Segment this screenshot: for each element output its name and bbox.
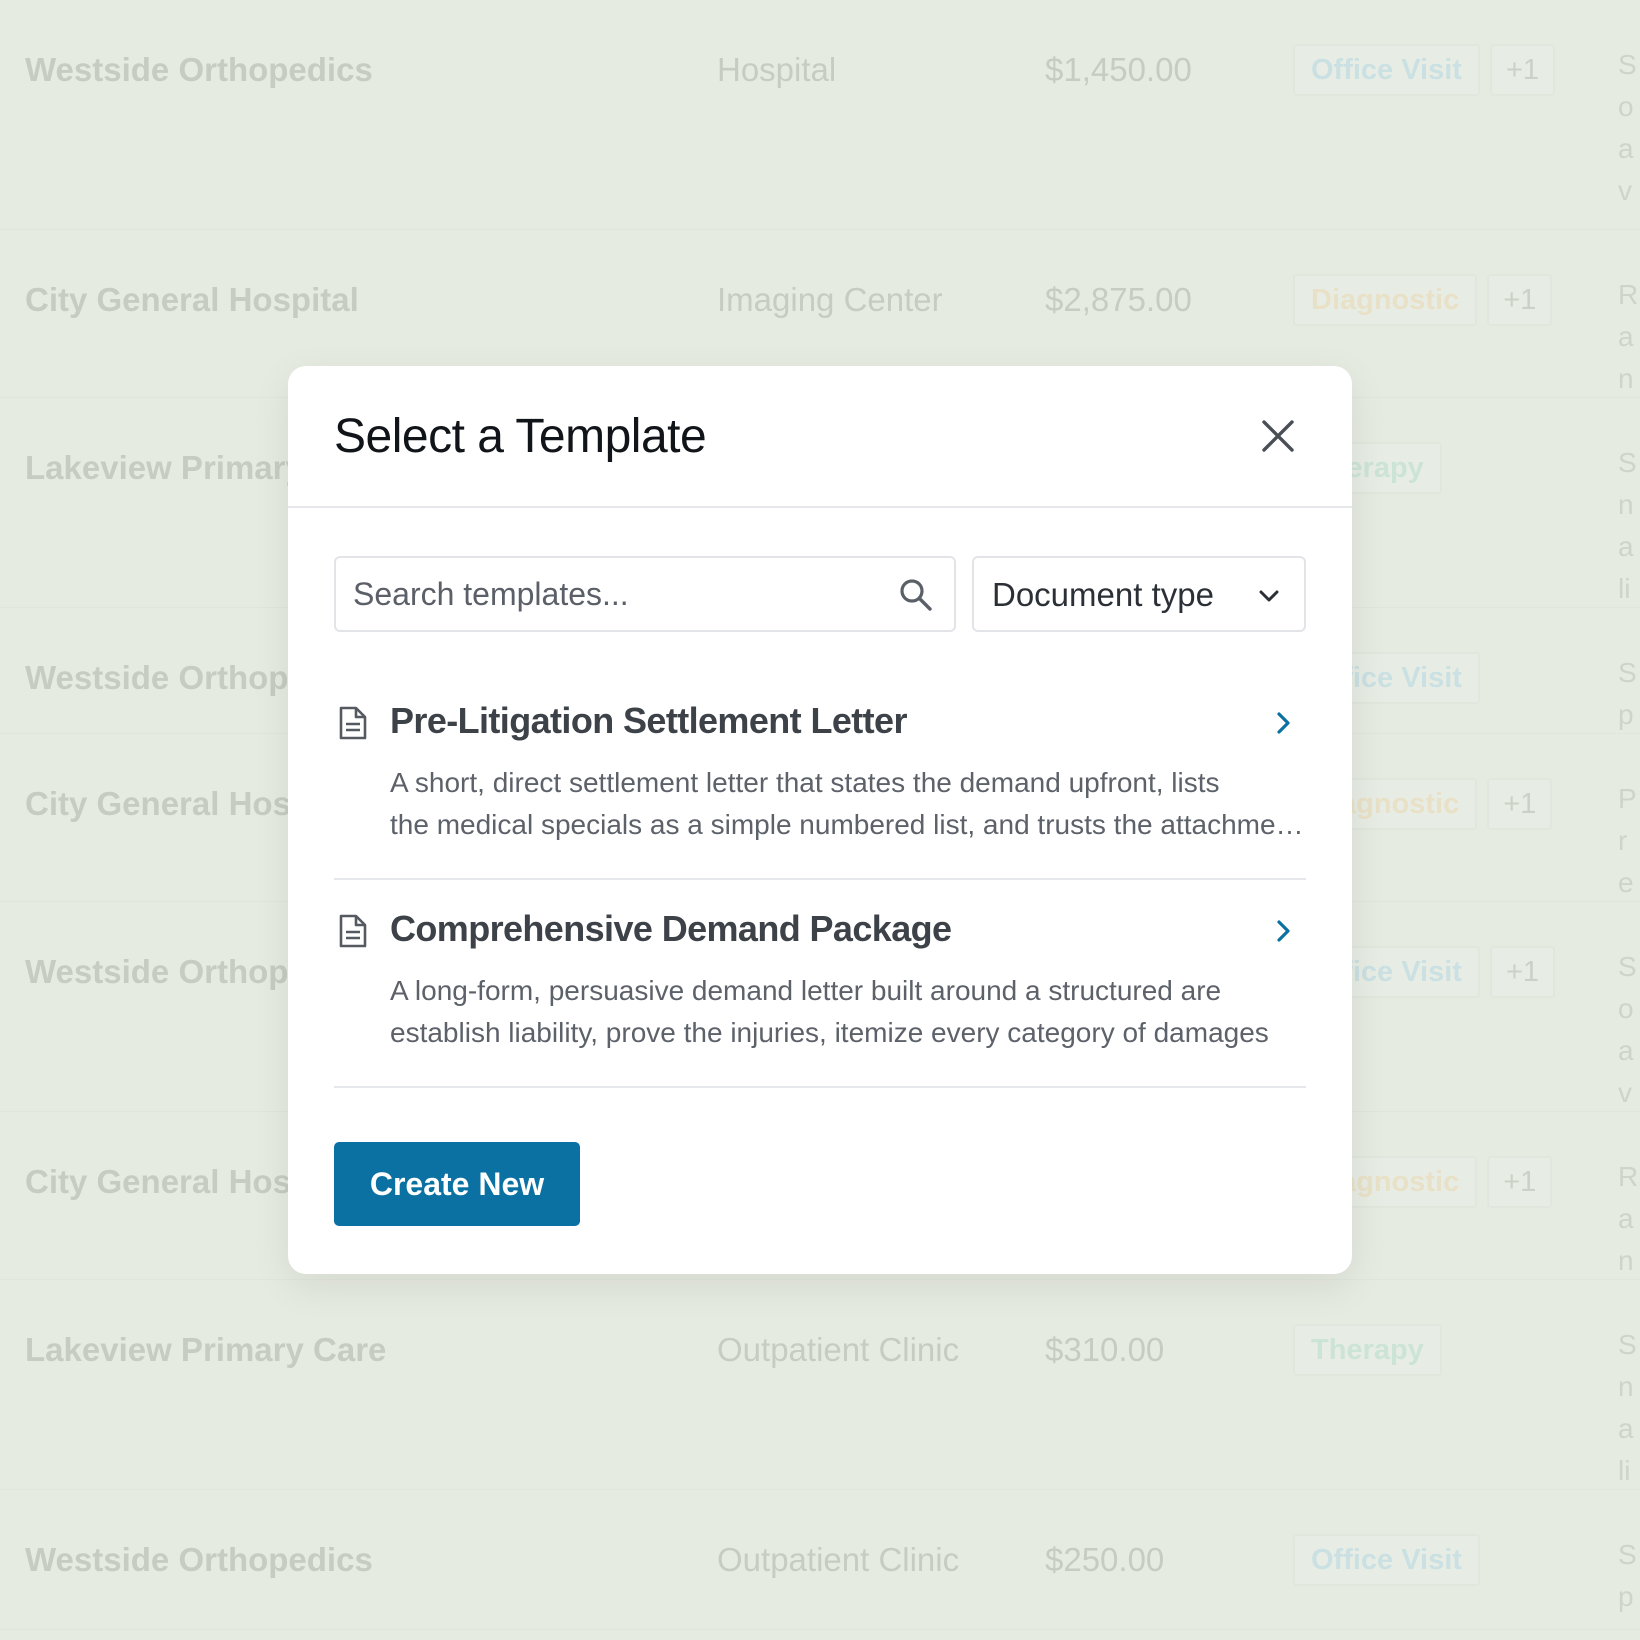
template-modal: Select a Template Document type [288,366,1352,1274]
template-list: Pre-Litigation Settlement Letter A short… [334,672,1306,1088]
template-description: A long-form, persuasive demand letter bu… [390,970,1306,1054]
create-new-button[interactable]: Create New [334,1142,580,1226]
page: Westside Orthopedics Hospital $1,450.00 Off… [0,0,1640,1640]
document-icon [339,706,367,740]
modal-title: Select a Template [334,410,707,463]
template-item-pre-litigation[interactable]: Pre-Litigation Settlement Letter A short… [334,672,1306,880]
template-description-line: A short, direct settlement letter that s… [390,767,1220,798]
chevron-right-icon[interactable] [1272,710,1294,736]
document-type-label: Document type [992,576,1214,613]
document-type-select[interactable]: Document type [972,556,1306,632]
template-title: Comprehensive Demand Package [390,908,952,949]
chevron-right-icon[interactable] [1272,918,1294,944]
search-input[interactable] [336,558,954,630]
template-description-line: establish liability, prove the injuries,… [390,1017,1269,1048]
template-description: A short, direct settlement letter that s… [390,762,1306,846]
search-icon[interactable] [898,577,934,613]
close-icon[interactable] [1256,414,1300,458]
template-item-comprehensive[interactable]: Comprehensive Demand Package A long-form… [334,880,1306,1088]
modal-header: Select a Template [288,366,1352,508]
template-description-line: A long-form, persuasive demand letter bu… [390,975,1222,1006]
document-icon [339,914,367,948]
template-description-line: the medical specials as a simple numbere… [390,809,1306,840]
search-box [334,556,956,632]
chevron-down-icon [1259,590,1279,602]
template-title: Pre-Litigation Settlement Letter [390,700,907,741]
